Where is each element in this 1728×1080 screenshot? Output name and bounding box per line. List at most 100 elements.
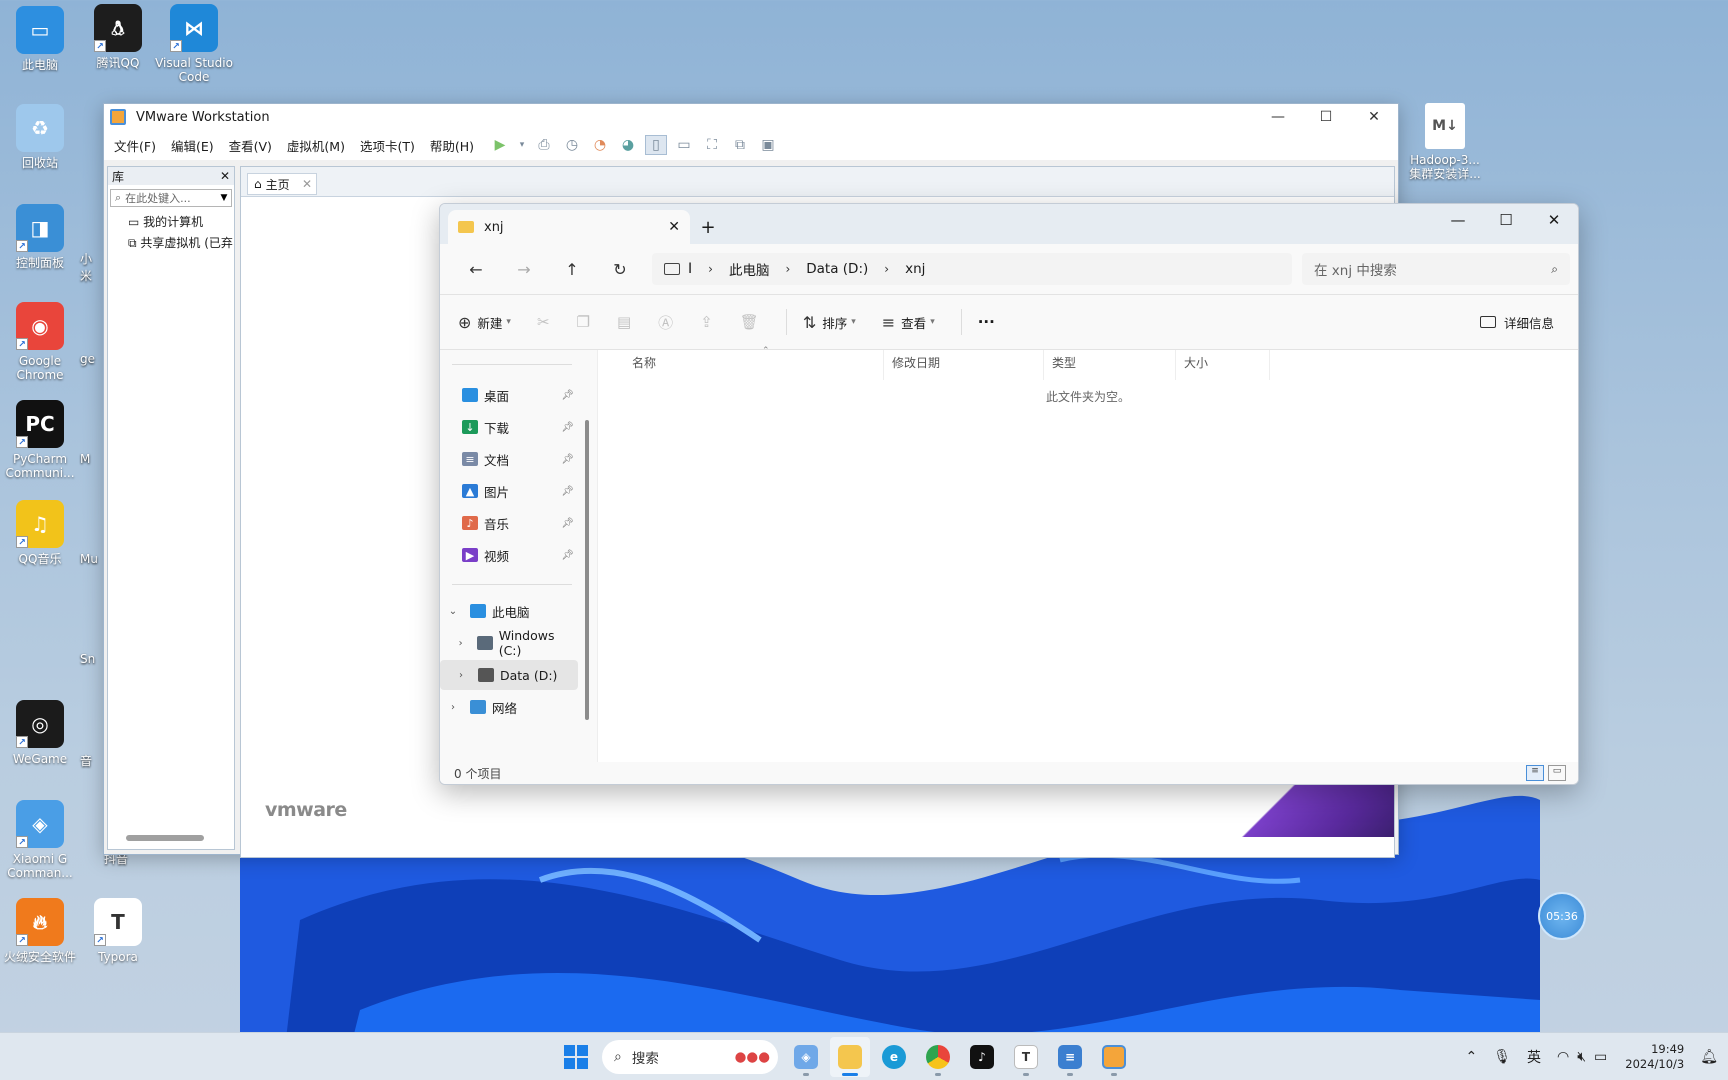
- desktop-icon[interactable]: ◉ ↗ Google Chrome: [0, 302, 80, 382]
- snapshot-icon[interactable]: ◷: [561, 135, 583, 155]
- chevron-right-icon[interactable]: ›: [708, 262, 713, 276]
- close-button[interactable]: ✕: [1530, 204, 1578, 236]
- library-search-input[interactable]: ⌕ 在此处键入... ▼: [110, 189, 232, 207]
- chevron-down-icon[interactable]: ⌄: [444, 606, 462, 617]
- explorer-search-input[interactable]: 在 xnj 中搜索 ⌕: [1302, 253, 1570, 285]
- desktop-icon[interactable]: ◨ ↗ 控制面板: [0, 204, 80, 270]
- nav-item-tree[interactable]: ⌄ 此电脑: [440, 596, 578, 626]
- large-icons-view-icon[interactable]: ▭: [1548, 765, 1566, 781]
- taskbar-douyin[interactable]: ♪: [962, 1037, 1002, 1077]
- copy-icon[interactable]: ❐: [577, 313, 590, 331]
- delete-icon[interactable]: 🗑︎: [740, 313, 759, 331]
- taskbar-notepad[interactable]: ≡: [1050, 1037, 1090, 1077]
- library-item-shared-vms[interactable]: ⧉ 共享虚拟机 (已弃: [108, 232, 234, 253]
- sort-button[interactable]: ⇅ 排序 ▾: [803, 313, 856, 332]
- maximize-button[interactable]: ☐: [1302, 109, 1350, 125]
- desktop-icon[interactable]: 🔥︎ ↗ 火绒安全软件: [0, 898, 80, 964]
- chevron-up-icon[interactable]: ⌃: [1465, 1049, 1477, 1065]
- column-modified[interactable]: 修改日期: [884, 350, 1044, 380]
- taskbar-file-explorer[interactable]: [830, 1037, 870, 1077]
- desktop-icon[interactable]: ◈ ↗ Xiaomi G Comman...: [0, 800, 80, 880]
- nav-item-quick[interactable]: ≡ 文档 📌︎: [440, 444, 578, 474]
- more-options-button[interactable]: ···: [978, 313, 995, 331]
- thumbnail-bar-icon[interactable]: ▭: [673, 135, 695, 155]
- battery-icon[interactable]: ▭: [1594, 1049, 1607, 1065]
- cut-icon[interactable]: ✂: [537, 313, 550, 331]
- breadcrumb-xnj[interactable]: xnj: [905, 261, 925, 277]
- library-scrollbar[interactable]: [126, 835, 204, 841]
- view-button[interactable]: ≡ 查看 ▾: [882, 313, 935, 332]
- ime-indicator[interactable]: 英: [1527, 1047, 1541, 1067]
- library-item-my-computer[interactable]: ▭ 我的计算机: [108, 211, 234, 232]
- desktop-icon[interactable]: T ↗ Typora: [78, 898, 158, 964]
- breadcrumb-data-d[interactable]: Data (D:): [806, 261, 868, 277]
- taskbar-typora[interactable]: T: [1006, 1037, 1046, 1077]
- desktop-icon-hadoop-md[interactable]: M↓ Hadoop-3... 集群安装详...: [1400, 103, 1490, 181]
- speaker-muted-icon[interactable]: 🔇︎: [1577, 1049, 1586, 1065]
- column-size[interactable]: 大小: [1176, 350, 1270, 380]
- chevron-right-icon[interactable]: ›: [452, 638, 469, 649]
- nav-item-quick[interactable]: ▲ 图片 📌︎: [440, 476, 578, 506]
- menu-vm[interactable]: 虚拟机(M): [287, 136, 345, 155]
- refresh-icon[interactable]: ↻: [596, 260, 644, 279]
- desktop-icon[interactable]: ▭ 此电脑: [0, 6, 80, 72]
- minimize-button[interactable]: —: [1434, 204, 1482, 236]
- menu-help[interactable]: 帮助(H): [430, 136, 474, 155]
- breadcrumb-this-pc[interactable]: 此电脑: [729, 259, 770, 279]
- menu-tabs[interactable]: 选项卡(T): [360, 136, 415, 155]
- explorer-tab-xnj[interactable]: xnj ✕: [448, 210, 690, 244]
- details-pane-button[interactable]: 详细信息: [1479, 313, 1554, 332]
- chevron-right-icon[interactable]: ›: [452, 670, 470, 681]
- fullscreen-icon[interactable]: ⛶: [701, 135, 723, 155]
- snapshot-manager-icon[interactable]: ◕: [617, 135, 639, 155]
- up-arrow-icon[interactable]: ↑: [548, 260, 596, 279]
- tab-close-icon[interactable]: ✕: [302, 177, 312, 191]
- forward-arrow-icon[interactable]: →: [500, 260, 548, 279]
- nav-item-quick[interactable]: ♪ 音乐 📌︎: [440, 508, 578, 538]
- sidebar-toggle-icon[interactable]: ▯: [645, 135, 668, 155]
- vmware-titlebar[interactable]: VMware Workstation — ☐ ✕: [104, 104, 1398, 130]
- file-explorer-window[interactable]: xnj ✕ + — ☐ ✕ ← → ↑ ↻ I › 此电脑 › Data (D:…: [439, 203, 1579, 785]
- rename-icon[interactable]: Ⓐ: [658, 312, 673, 333]
- paste-icon[interactable]: ▤: [617, 313, 631, 331]
- microphone-icon[interactable]: 🎙︎: [1493, 1049, 1511, 1065]
- address-bar[interactable]: I › 此电脑 › Data (D:) › xnj: [652, 253, 1292, 285]
- menu-edit[interactable]: 编辑(E): [171, 136, 214, 155]
- send-keys-icon[interactable]: ⎙: [533, 135, 555, 155]
- menu-view[interactable]: 查看(V): [229, 136, 272, 155]
- nav-item-quick[interactable]: ▶ 视频 📌︎: [440, 540, 578, 570]
- start-button[interactable]: [556, 1037, 596, 1077]
- navigation-scrollbar[interactable]: [585, 420, 589, 720]
- wifi-icon[interactable]: ◠: [1557, 1049, 1569, 1065]
- chevron-down-icon[interactable]: ▼: [217, 193, 231, 203]
- nav-item-quick[interactable]: 桌面 📌︎: [440, 380, 578, 410]
- chevron-right-icon[interactable]: ›: [785, 262, 790, 276]
- desktop-icon[interactable]: ♻︎ 回收站: [0, 104, 80, 170]
- nav-item-quick[interactable]: ↓ 下载 📌︎: [440, 412, 578, 442]
- console-icon[interactable]: ▣: [757, 135, 779, 155]
- close-button[interactable]: ✕: [1350, 109, 1398, 125]
- new-tab-button[interactable]: +: [690, 210, 726, 244]
- chevron-right-icon[interactable]: ›: [444, 702, 462, 713]
- revert-snapshot-icon[interactable]: ◔: [589, 135, 611, 155]
- nav-item-tree[interactable]: › 网络: [440, 692, 578, 722]
- floating-timer-widget[interactable]: 05:36: [1538, 892, 1586, 940]
- taskbar-xiaomi-app[interactable]: ◈: [786, 1037, 826, 1077]
- taskbar-vmware[interactable]: [1094, 1037, 1134, 1077]
- nav-item-tree[interactable]: › Windows (C:): [440, 628, 578, 658]
- clock[interactable]: 19:49 2024/10/3: [1625, 1042, 1684, 1072]
- menu-file[interactable]: 文件(F): [114, 136, 156, 155]
- maximize-button[interactable]: ☐: [1482, 204, 1530, 236]
- library-close-icon[interactable]: ✕: [220, 169, 230, 183]
- taskbar-edge[interactable]: e: [874, 1037, 914, 1077]
- tab-home[interactable]: ⌂ 主页 ✕: [247, 173, 317, 195]
- back-arrow-icon[interactable]: ←: [452, 260, 500, 279]
- new-button[interactable]: ⊕ 新建 ▾: [458, 313, 511, 332]
- column-name[interactable]: 名称: [598, 350, 884, 380]
- taskbar-search[interactable]: ⌕ 搜索 ●●●: [602, 1040, 778, 1074]
- desktop-icon[interactable]: PC ↗ PyCharm Communi...: [0, 400, 80, 480]
- notification-bell-icon[interactable]: 🔔︎: [1700, 1049, 1718, 1065]
- minimize-button[interactable]: —: [1254, 109, 1302, 125]
- desktop-icon[interactable]: ♫ ↗ QQ音乐: [0, 500, 80, 566]
- power-on-icon[interactable]: ▶: [489, 135, 511, 155]
